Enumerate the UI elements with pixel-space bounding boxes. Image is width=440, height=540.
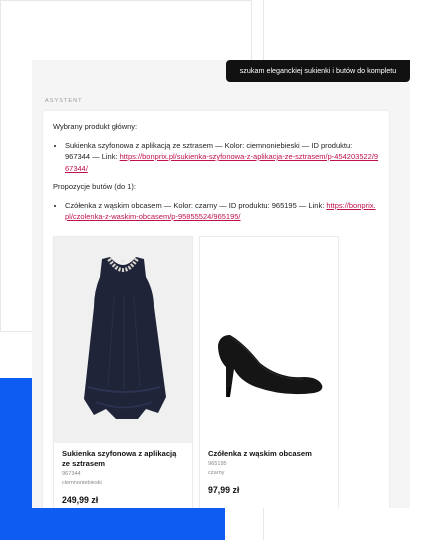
main-product-heading: Wybrany produkt główny:	[53, 122, 138, 131]
product-color: czarny	[208, 470, 225, 476]
shoes-heading: Propozycje butów (do 1):	[53, 182, 136, 191]
user-message-bubble: szukam eleganckiej sukienki i butów do k…	[226, 60, 410, 82]
navy-chiffon-dress-photo-icon	[54, 237, 192, 443]
chat-panel: szukam eleganckiej sukienki i butów do k…	[32, 60, 410, 508]
shoes-item: Czółenka z wąskim obcasem — Kolor: czarn…	[65, 200, 379, 223]
product-id: 965195	[208, 461, 227, 467]
shoes-description: Czółenka z wąskim obcasem — Kolor: czarn…	[65, 200, 327, 210]
product-id: 967344	[62, 471, 81, 477]
assistant-message-text: Wybrany produkt główny: Sukienka szyfono…	[53, 121, 379, 223]
product-card-body: Sukienka szyfonowa z aplikacją ze sztras…	[62, 449, 186, 505]
assistant-label: ASYSTENT	[45, 98, 83, 104]
product-card-dress[interactable]: Sukienka szyfonowa z aplikacją ze sztras…	[53, 236, 193, 508]
product-price: 249,99 zł	[62, 495, 99, 505]
assistant-message: Wybrany produkt główny: Sukienka szyfono…	[43, 111, 389, 508]
main-product-list: Sukienka szyfonowa z aplikacją ze sztras…	[53, 140, 379, 175]
product-price: 97,99 zł	[208, 485, 240, 495]
product-title: Sukienka szyfonowa z aplikacją ze sztras…	[62, 449, 177, 468]
product-color: ciemnoniebieski	[62, 480, 102, 486]
product-title: Czółenka z wąskim obcasem	[208, 449, 312, 458]
main-product-item: Sukienka szyfonowa z aplikacją ze sztras…	[65, 140, 379, 175]
black-heel-pump-photo-icon	[200, 237, 338, 443]
product-card-body: Czółenka z wąskim obcasem 965195 czarny …	[208, 449, 332, 495]
product-cards: Sukienka szyfonowa z aplikacją ze sztras…	[53, 236, 379, 508]
shoes-list: Czółenka z wąskim obcasem — Kolor: czarn…	[53, 200, 379, 223]
product-card-shoes[interactable]: Czółenka z wąskim obcasem 965195 czarny …	[199, 236, 339, 508]
